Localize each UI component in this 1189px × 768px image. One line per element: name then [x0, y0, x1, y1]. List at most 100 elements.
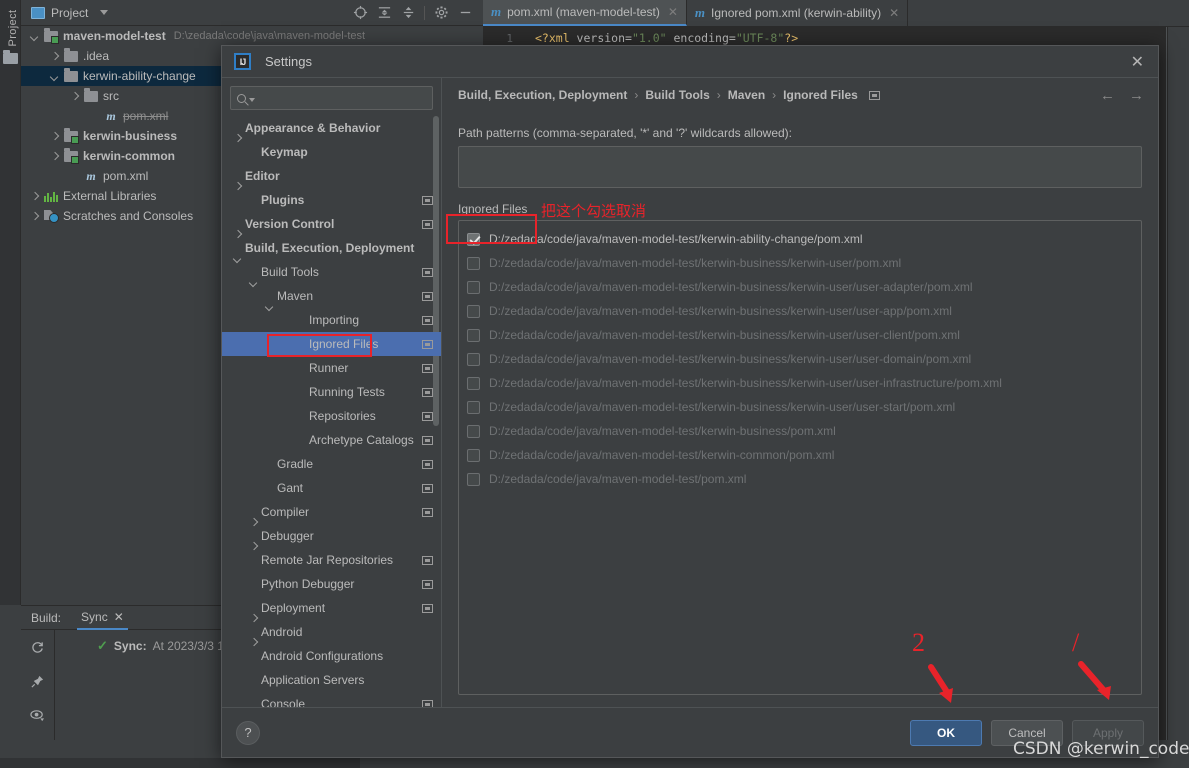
chevron-closed-icon[interactable] [69, 91, 80, 102]
settings-nav-item[interactable]: Build, Execution, Deployment [222, 236, 441, 260]
ignored-file-row[interactable]: D:/zedada/code/java/maven-model-test/ker… [459, 275, 1141, 299]
ignored-file-row[interactable]: D:/zedada/code/java/maven-model-test/ker… [459, 395, 1141, 419]
settings-nav-list[interactable]: Appearance & Behavior Keymap Editor Plugins… [222, 116, 441, 707]
ignored-file-checkbox[interactable] [467, 424, 480, 438]
settings-nav-item[interactable]: Ignored Files [222, 332, 441, 356]
settings-nav-item[interactable]: Android Configurations [222, 644, 441, 668]
project-view-icon [31, 6, 45, 19]
breadcrumb-separator: › [772, 88, 777, 102]
settings-nav-label: Application Servers [261, 673, 365, 687]
ignored-file-row[interactable]: D:/zedada/code/java/maven-model-test/ker… [459, 299, 1141, 323]
breadcrumb-item[interactable]: Maven [728, 88, 765, 102]
chevron-closed-icon[interactable] [29, 211, 40, 222]
ignored-file-checkbox[interactable] [467, 232, 480, 246]
settings-nav-item[interactable]: Deployment [222, 596, 441, 620]
chevron-closed-icon[interactable] [49, 151, 60, 162]
ignored-file-checkbox[interactable] [467, 280, 480, 294]
settings-nav-item[interactable]: Importing [222, 308, 441, 332]
ignored-file-row[interactable]: D:/zedada/code/java/maven-model-test/ker… [459, 443, 1141, 467]
chevron-closed-icon[interactable] [29, 191, 40, 202]
refresh-icon[interactable] [30, 640, 45, 658]
close-icon[interactable]: ✕ [114, 610, 124, 624]
ignored-file-row[interactable]: D:/zedada/code/java/maven-model-test/ker… [459, 251, 1141, 275]
settings-nav-item[interactable]: Android [222, 620, 441, 644]
success-check-icon: ✓ [97, 638, 108, 653]
project-scope-icon [422, 435, 433, 445]
settings-nav-item[interactable]: Maven [222, 284, 441, 308]
ignored-files-list[interactable]: D:/zedada/code/java/maven-model-test/ker… [458, 220, 1142, 695]
close-icon[interactable]: ✕ [1125, 52, 1150, 72]
settings-nav-item[interactable]: Gradle [222, 452, 441, 476]
ignored-file-checkbox[interactable] [467, 448, 480, 462]
project-tree-row[interactable]: maven-model-test D:\zedada\code\java\mave… [21, 26, 483, 46]
settings-nav-item[interactable]: Archetype Catalogs [222, 428, 441, 452]
breadcrumb-item[interactable]: Ignored Files [783, 88, 858, 102]
ignored-file-checkbox[interactable] [467, 328, 480, 342]
editor-tab[interactable]: m Ignored pom.xml (kerwin-ability) ✕ [687, 0, 909, 26]
settings-nav-item[interactable]: Keymap [222, 140, 441, 164]
settings-nav-label: Remote Jar Repositories [261, 553, 394, 567]
ignored-file-checkbox[interactable] [467, 472, 480, 486]
chevron-closed-icon[interactable] [49, 51, 60, 62]
expand-all-icon[interactable] [372, 2, 396, 24]
settings-nav-item[interactable]: Console [222, 692, 441, 707]
settings-nav-item[interactable]: Gant [222, 476, 441, 500]
project-scope-icon [422, 387, 433, 397]
settings-nav-label: Debugger [261, 529, 314, 543]
eye-icon[interactable] [29, 708, 46, 726]
ignored-file-row[interactable]: D:/zedada/code/java/maven-model-test/pom… [459, 467, 1141, 491]
settings-nav-item[interactable]: Runner [222, 356, 441, 380]
settings-nav-item[interactable]: Running Tests [222, 380, 441, 404]
settings-nav-item[interactable]: Build Tools [222, 260, 441, 284]
editor-tab[interactable]: m pom.xml (maven-model-test) ✕ [483, 0, 687, 26]
ignored-file-row[interactable]: D:/zedada/code/java/maven-model-test/ker… [459, 371, 1141, 395]
settings-nav-item[interactable]: Python Debugger [222, 572, 441, 596]
settings-nav-item[interactable]: Compiler [222, 500, 441, 524]
editor-right-strip[interactable] [1167, 27, 1189, 768]
gear-icon[interactable] [429, 2, 453, 24]
help-button[interactable]: ? [236, 720, 260, 745]
close-icon[interactable]: ✕ [889, 6, 899, 20]
chevron-open-icon[interactable] [49, 71, 60, 82]
ignored-file-checkbox[interactable] [467, 352, 480, 366]
settings-nav-item[interactable]: Application Servers [222, 668, 441, 692]
ignored-file-checkbox[interactable] [467, 304, 480, 318]
search-input[interactable] [258, 91, 426, 105]
settings-nav-item[interactable]: Version Control [222, 212, 441, 236]
ignored-file-row[interactable]: D:/zedada/code/java/maven-model-test/ker… [459, 347, 1141, 371]
chevron-closed-icon[interactable] [49, 131, 60, 142]
ok-button[interactable]: OK [910, 719, 982, 746]
path-patterns-input[interactable] [458, 146, 1142, 188]
project-tool-strip[interactable]: Project [0, 0, 21, 605]
ignored-file-checkbox[interactable] [467, 400, 480, 414]
ignored-file-row[interactable]: D:/zedada/code/java/maven-model-test/ker… [459, 323, 1141, 347]
settings-nav-item[interactable]: Editor [222, 164, 441, 188]
breadcrumb-item[interactable]: Build, Execution, Deployment [458, 88, 627, 102]
settings-nav-item[interactable]: Debugger [222, 524, 441, 548]
pin-icon[interactable] [30, 674, 45, 692]
ignored-file-checkbox[interactable] [467, 256, 480, 270]
build-tab-sync[interactable]: Sync ✕ [77, 606, 128, 630]
chevron-down-icon[interactable] [100, 10, 109, 15]
folder-module-icon [64, 127, 79, 144]
back-arrow-icon[interactable]: ← [1100, 87, 1115, 104]
collapse-all-icon[interactable] [396, 2, 420, 24]
settings-nav-item[interactable]: Appearance & Behavior [222, 116, 441, 140]
settings-search-box[interactable] [230, 86, 433, 110]
ignored-file-row[interactable]: D:/zedada/code/java/maven-model-test/ker… [459, 227, 1141, 251]
project-view-selector[interactable]: Project [21, 6, 109, 20]
code-text[interactable]: <?xml version="1.0" encoding="UTF-8"?> [521, 31, 798, 45]
ignored-file-row[interactable]: D:/zedada/code/java/maven-model-test/ker… [459, 419, 1141, 443]
chevron-open-icon[interactable] [29, 31, 40, 42]
chevron-down-icon[interactable] [249, 97, 255, 102]
locate-icon[interactable] [348, 2, 372, 24]
settings-nav-item[interactable]: Remote Jar Repositories [222, 548, 441, 572]
minimize-icon[interactable] [453, 2, 477, 24]
forward-arrow-icon[interactable]: → [1129, 87, 1144, 104]
ignored-file-checkbox[interactable] [467, 376, 480, 390]
settings-nav-item[interactable]: Plugins [222, 188, 441, 212]
settings-nav-item[interactable]: Repositories [222, 404, 441, 428]
close-icon[interactable]: ✕ [668, 5, 678, 19]
line-number: 1 [506, 31, 513, 45]
breadcrumb-item[interactable]: Build Tools [645, 88, 709, 102]
